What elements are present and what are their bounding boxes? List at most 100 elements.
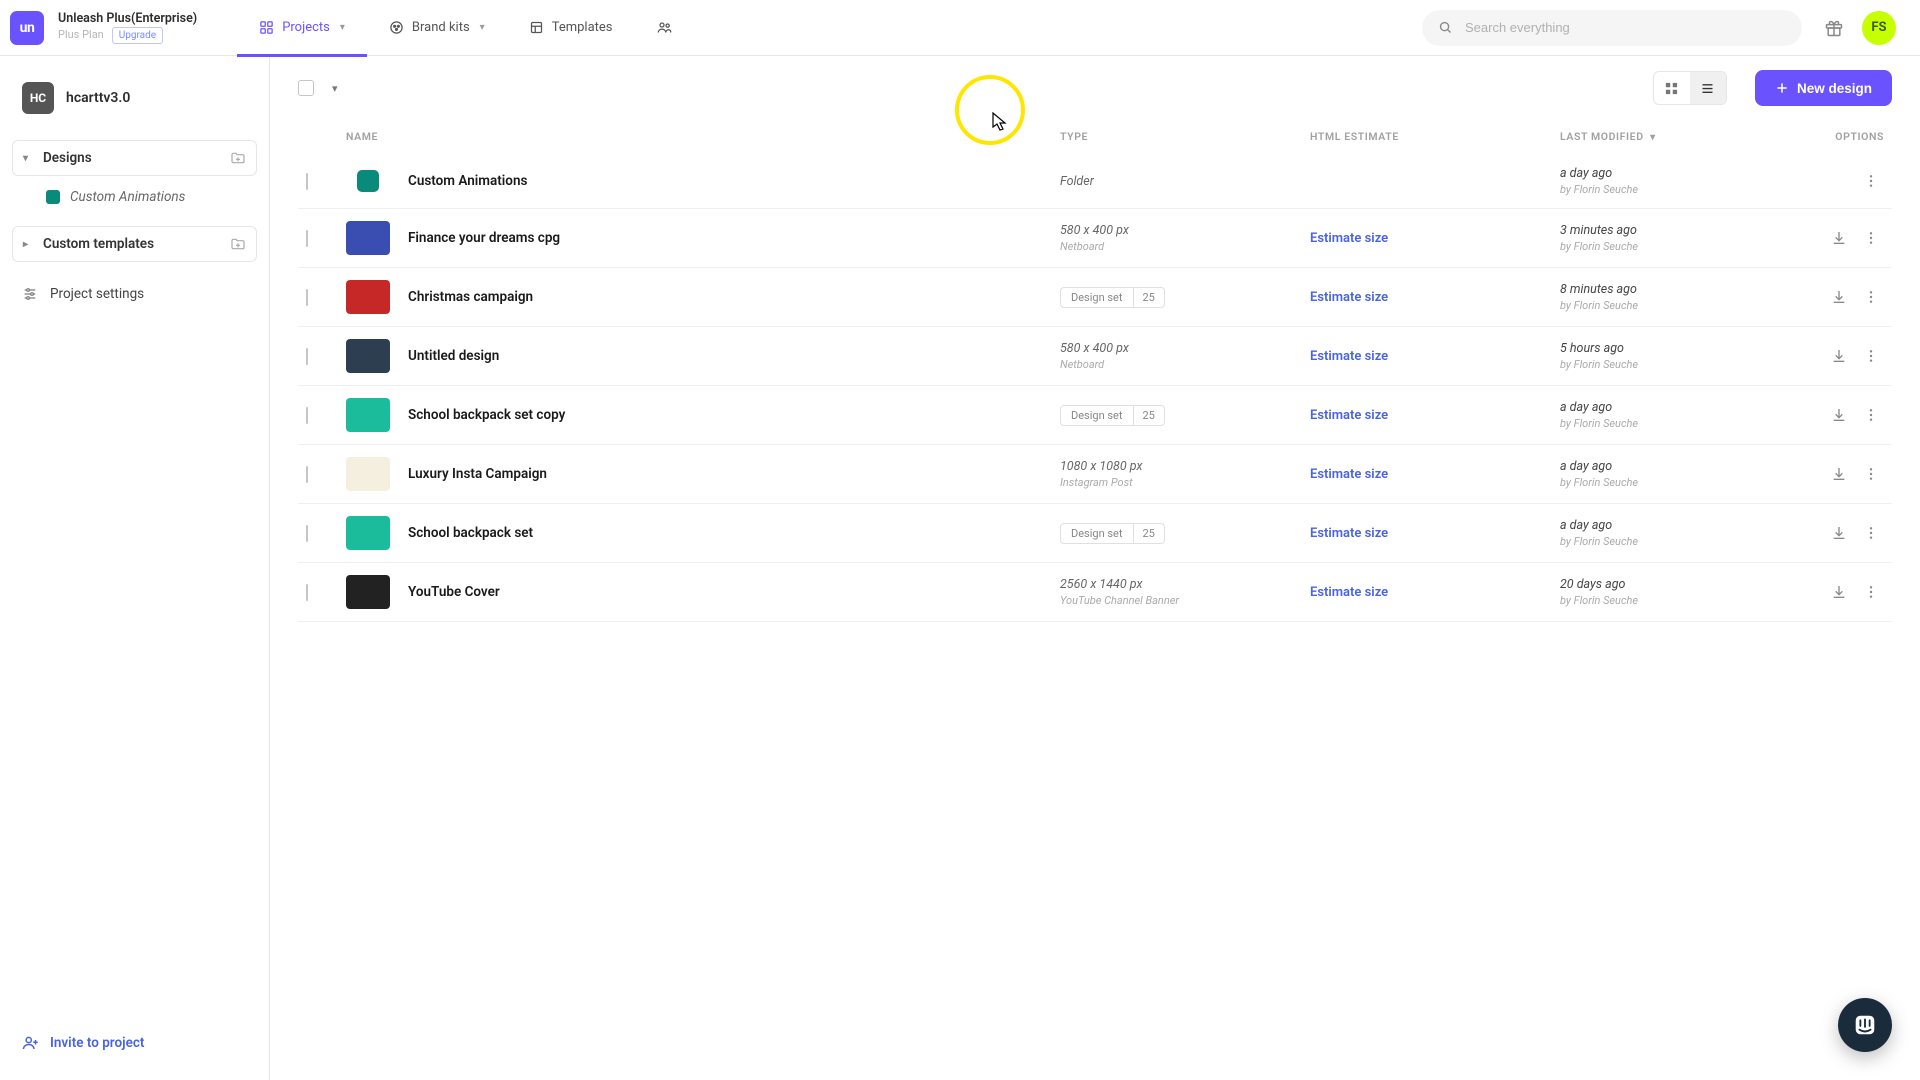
search-icon xyxy=(1438,20,1453,35)
more-options-icon[interactable] xyxy=(1858,579,1884,605)
add-folder-icon[interactable] xyxy=(230,150,246,166)
search-input[interactable] xyxy=(1463,19,1786,36)
row-modified-time: 5 hours ago xyxy=(1560,341,1764,356)
row-modified-by: by Florin Seuche xyxy=(1560,417,1764,430)
workspace-badge: HC xyxy=(22,82,54,114)
more-options-icon[interactable] xyxy=(1858,225,1884,251)
topbar: un Unleash Plus(Enterprise) Plus Plan Up… xyxy=(0,0,1920,56)
row-checkbox[interactable] xyxy=(306,407,308,424)
more-options-icon[interactable] xyxy=(1858,343,1884,369)
column-header-estimate[interactable]: HTML Estimate xyxy=(1302,120,1552,154)
invite-label: Invite to project xyxy=(50,1035,144,1051)
row-checkbox[interactable] xyxy=(306,348,308,365)
more-options-icon[interactable] xyxy=(1858,168,1884,194)
topnav-item-brand-kits[interactable]: Brand kits▾ xyxy=(367,0,507,56)
sidebar-item-custom-templates[interactable]: ▸ Custom templates xyxy=(12,226,257,262)
row-modified-by: by Florin Seuche xyxy=(1560,299,1764,312)
estimate-size-link[interactable]: Estimate size xyxy=(1310,349,1388,364)
table-row[interactable]: Finance your dreams cpg580 x 400 pxNetbo… xyxy=(298,209,1892,268)
more-options-icon[interactable] xyxy=(1858,520,1884,546)
workspace-selector[interactable]: HC hcarttv3.0 xyxy=(12,74,257,122)
row-name: Christmas campaign xyxy=(408,289,533,305)
table-row[interactable]: Luxury Insta Campaign1080 x 1080 pxInsta… xyxy=(298,445,1892,504)
row-checkbox[interactable] xyxy=(306,173,308,190)
topnav-item-people[interactable] xyxy=(635,0,694,56)
new-design-button[interactable]: New design xyxy=(1755,70,1892,106)
sidebar-item-project-settings[interactable]: Project settings xyxy=(12,276,257,312)
table-row[interactable]: YouTube Cover2560 x 1440 pxYouTube Chann… xyxy=(298,563,1892,622)
sidebar-item-designs[interactable]: ▾ Designs xyxy=(12,140,257,176)
column-header-type[interactable]: TYPE xyxy=(1052,120,1302,154)
design-set-badge: Design set25 xyxy=(1060,405,1165,426)
upgrade-button[interactable]: Upgrade xyxy=(112,27,163,44)
projects-icon xyxy=(259,20,274,35)
row-checkbox[interactable] xyxy=(306,466,308,483)
column-header-modified[interactable]: LAST MODIFIED ▾ xyxy=(1552,120,1772,154)
sidebar-item-label: Custom Animations xyxy=(70,189,185,205)
view-toggle xyxy=(1653,71,1727,105)
row-checkbox[interactable] xyxy=(306,289,308,306)
row-type-sub: YouTube Channel Banner xyxy=(1060,594,1294,607)
list-view-button[interactable] xyxy=(1690,72,1726,104)
download-icon[interactable] xyxy=(1826,343,1852,369)
row-name: Custom Animations xyxy=(408,173,527,189)
user-avatar[interactable]: FS xyxy=(1862,11,1896,45)
table-row[interactable]: School backpack set copy Design set25 Esti… xyxy=(298,386,1892,445)
row-modified-time: 8 minutes ago xyxy=(1560,282,1764,297)
download-icon[interactable] xyxy=(1826,579,1852,605)
estimate-size-link[interactable]: Estimate size xyxy=(1310,290,1388,305)
sidebar-item-custom-animations[interactable]: Custom Animations xyxy=(12,182,257,212)
top-nav: Projects▾Brand kits▾Templates xyxy=(237,0,693,56)
table-row[interactable]: Christmas campaignDesign set25Estimate s… xyxy=(298,268,1892,327)
more-options-icon[interactable] xyxy=(1858,402,1884,428)
table-row[interactable]: Custom AnimationsFoldera day agoby Flori… xyxy=(298,154,1892,209)
gift-icon[interactable] xyxy=(1824,18,1844,38)
design-thumbnail xyxy=(346,457,390,491)
chevron-down-icon: ▾ xyxy=(480,22,485,33)
product-name: Unleash Plus(Enterprise) xyxy=(58,11,197,27)
download-icon[interactable] xyxy=(1826,461,1852,487)
sidebar-item-label: Custom templates xyxy=(43,236,154,252)
row-name: Finance your dreams cpg xyxy=(408,230,560,246)
grid-view-button[interactable] xyxy=(1654,72,1690,104)
row-name: Luxury Insta Campaign xyxy=(408,466,547,482)
estimate-size-link[interactable]: Estimate size xyxy=(1310,467,1388,482)
row-checkbox[interactable] xyxy=(306,525,308,542)
row-type-sub: Netboard xyxy=(1060,358,1294,371)
row-type: 2560 x 1440 px xyxy=(1060,577,1294,592)
plan-tier-label: Plus Plan xyxy=(58,28,104,42)
row-checkbox[interactable] xyxy=(306,584,308,601)
people-icon xyxy=(657,20,672,35)
topnav-item-templates[interactable]: Templates xyxy=(507,0,635,56)
topnav-item-projects[interactable]: Projects▾ xyxy=(237,0,367,56)
brandkits-icon xyxy=(389,20,404,35)
more-options-icon[interactable] xyxy=(1858,284,1884,310)
select-menu-chevron[interactable]: ▾ xyxy=(328,78,342,99)
column-header-name[interactable]: NAME xyxy=(338,120,1052,154)
estimate-size-link[interactable]: Estimate size xyxy=(1310,231,1388,246)
row-type: 580 x 400 px xyxy=(1060,223,1294,238)
invite-to-project-button[interactable]: Invite to project xyxy=(22,1034,247,1052)
new-design-label: New design xyxy=(1797,81,1872,96)
download-icon[interactable] xyxy=(1826,284,1852,310)
app-logo[interactable]: un xyxy=(10,11,44,45)
estimate-size-link[interactable]: Estimate size xyxy=(1310,526,1388,541)
download-icon[interactable] xyxy=(1826,402,1852,428)
search-box[interactable] xyxy=(1422,10,1802,46)
row-checkbox[interactable] xyxy=(306,230,308,247)
estimate-size-link[interactable]: Estimate size xyxy=(1310,585,1388,600)
download-icon[interactable] xyxy=(1826,225,1852,251)
main-toolbar: ▾ New design xyxy=(270,56,1920,120)
table-row[interactable]: Untitled design580 x 400 pxNetboardEstim… xyxy=(298,327,1892,386)
select-all-checkbox[interactable] xyxy=(298,80,314,96)
more-options-icon[interactable] xyxy=(1858,461,1884,487)
support-chat-button[interactable] xyxy=(1838,998,1892,1052)
sort-chevron-icon: ▾ xyxy=(1650,132,1656,143)
add-folder-icon[interactable] xyxy=(230,236,246,252)
estimate-size-link[interactable]: Estimate size xyxy=(1310,408,1388,423)
table-row[interactable]: School backpack setDesign set25Estimate … xyxy=(298,504,1892,563)
row-type: 580 x 400 px xyxy=(1060,341,1294,356)
download-icon[interactable] xyxy=(1826,520,1852,546)
chevron-down-icon: ▾ xyxy=(340,22,345,33)
row-name: School backpack set copy xyxy=(408,407,565,423)
